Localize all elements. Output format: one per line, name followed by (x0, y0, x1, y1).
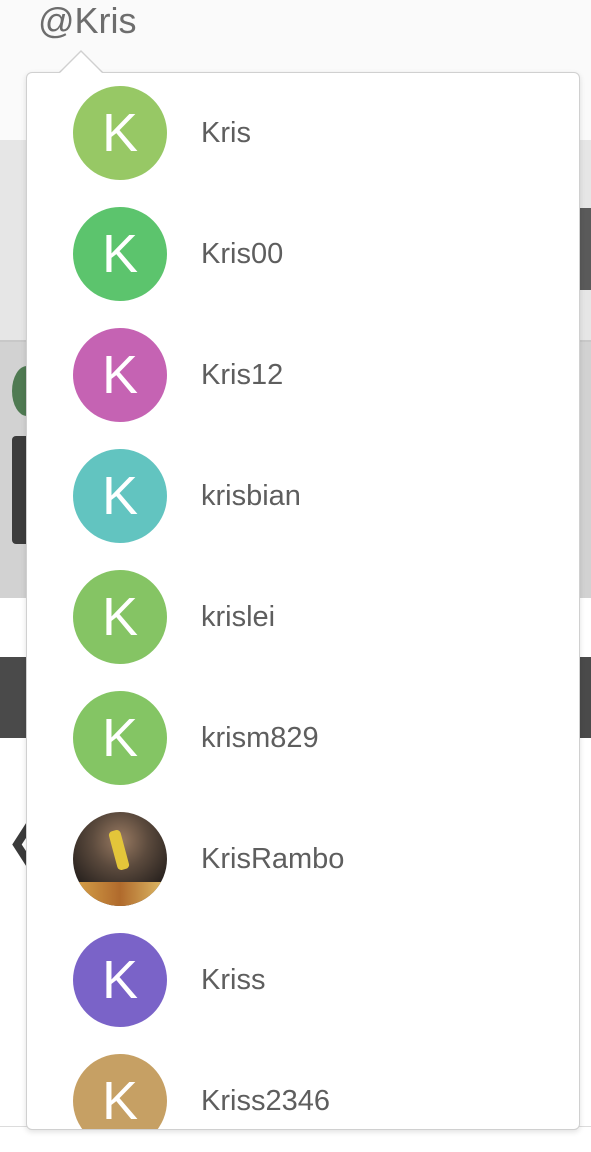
mention-query-text[interactable]: @Kris (38, 0, 137, 42)
user-avatar: K (73, 570, 167, 664)
user-avatar: K (73, 86, 167, 180)
suggestion-item[interactable]: KrisRambo (27, 799, 579, 920)
user-avatar: K (73, 933, 167, 1027)
avatar-photo-figure (108, 829, 130, 871)
avatar-photo-crowd (73, 882, 167, 906)
user-avatar (73, 812, 167, 906)
user-avatar: K (73, 328, 167, 422)
user-avatar: K (73, 1054, 167, 1129)
suggestion-item[interactable]: K Kris (27, 73, 579, 194)
suggestion-item[interactable]: K Kriss (27, 920, 579, 1041)
user-avatar: K (73, 207, 167, 301)
user-name: Kris12 (201, 359, 284, 391)
avatar-initial: K (101, 708, 139, 768)
suggestion-item[interactable]: Kkrism829 (27, 678, 579, 799)
user-name: krisbian (201, 480, 301, 512)
avatar-initial: K (101, 587, 139, 647)
user-name: Kriss (201, 964, 266, 996)
suggestion-item[interactable]: K Kris12 (27, 315, 579, 436)
suggestion-list: K Kris K Kris00 K Kris12 Kkrisbian Kkrislei Kkri… (27, 73, 579, 1129)
user-name: Kris00 (201, 238, 284, 270)
avatar-initial: K (101, 345, 139, 405)
user-name: krislei (201, 601, 276, 633)
mention-suggestions-popup: K Kris K Kris00 K Kris12 Kkrisbian Kkrislei Kkri… (26, 72, 580, 1130)
avatar-initial: K (101, 1071, 139, 1129)
suggestion-item[interactable]: K Kris00 (27, 194, 579, 315)
user-avatar: K (73, 449, 167, 543)
avatar-initial: K (101, 466, 139, 526)
suggestion-item[interactable]: K Kriss2346 (27, 1041, 579, 1129)
user-avatar: K (73, 691, 167, 785)
user-name: KrisRambo (201, 843, 345, 875)
avatar-initial: K (101, 950, 139, 1010)
popup-caret-fill (60, 52, 102, 73)
suggestion-item[interactable]: Kkrisbian (27, 436, 579, 557)
avatar-initial: K (101, 224, 139, 284)
user-name: krism829 (201, 722, 319, 754)
user-name: Kris (201, 117, 251, 149)
user-name: Kriss2346 (201, 1085, 330, 1117)
avatar-initial: K (101, 103, 139, 163)
suggestion-item[interactable]: Kkrislei (27, 557, 579, 678)
